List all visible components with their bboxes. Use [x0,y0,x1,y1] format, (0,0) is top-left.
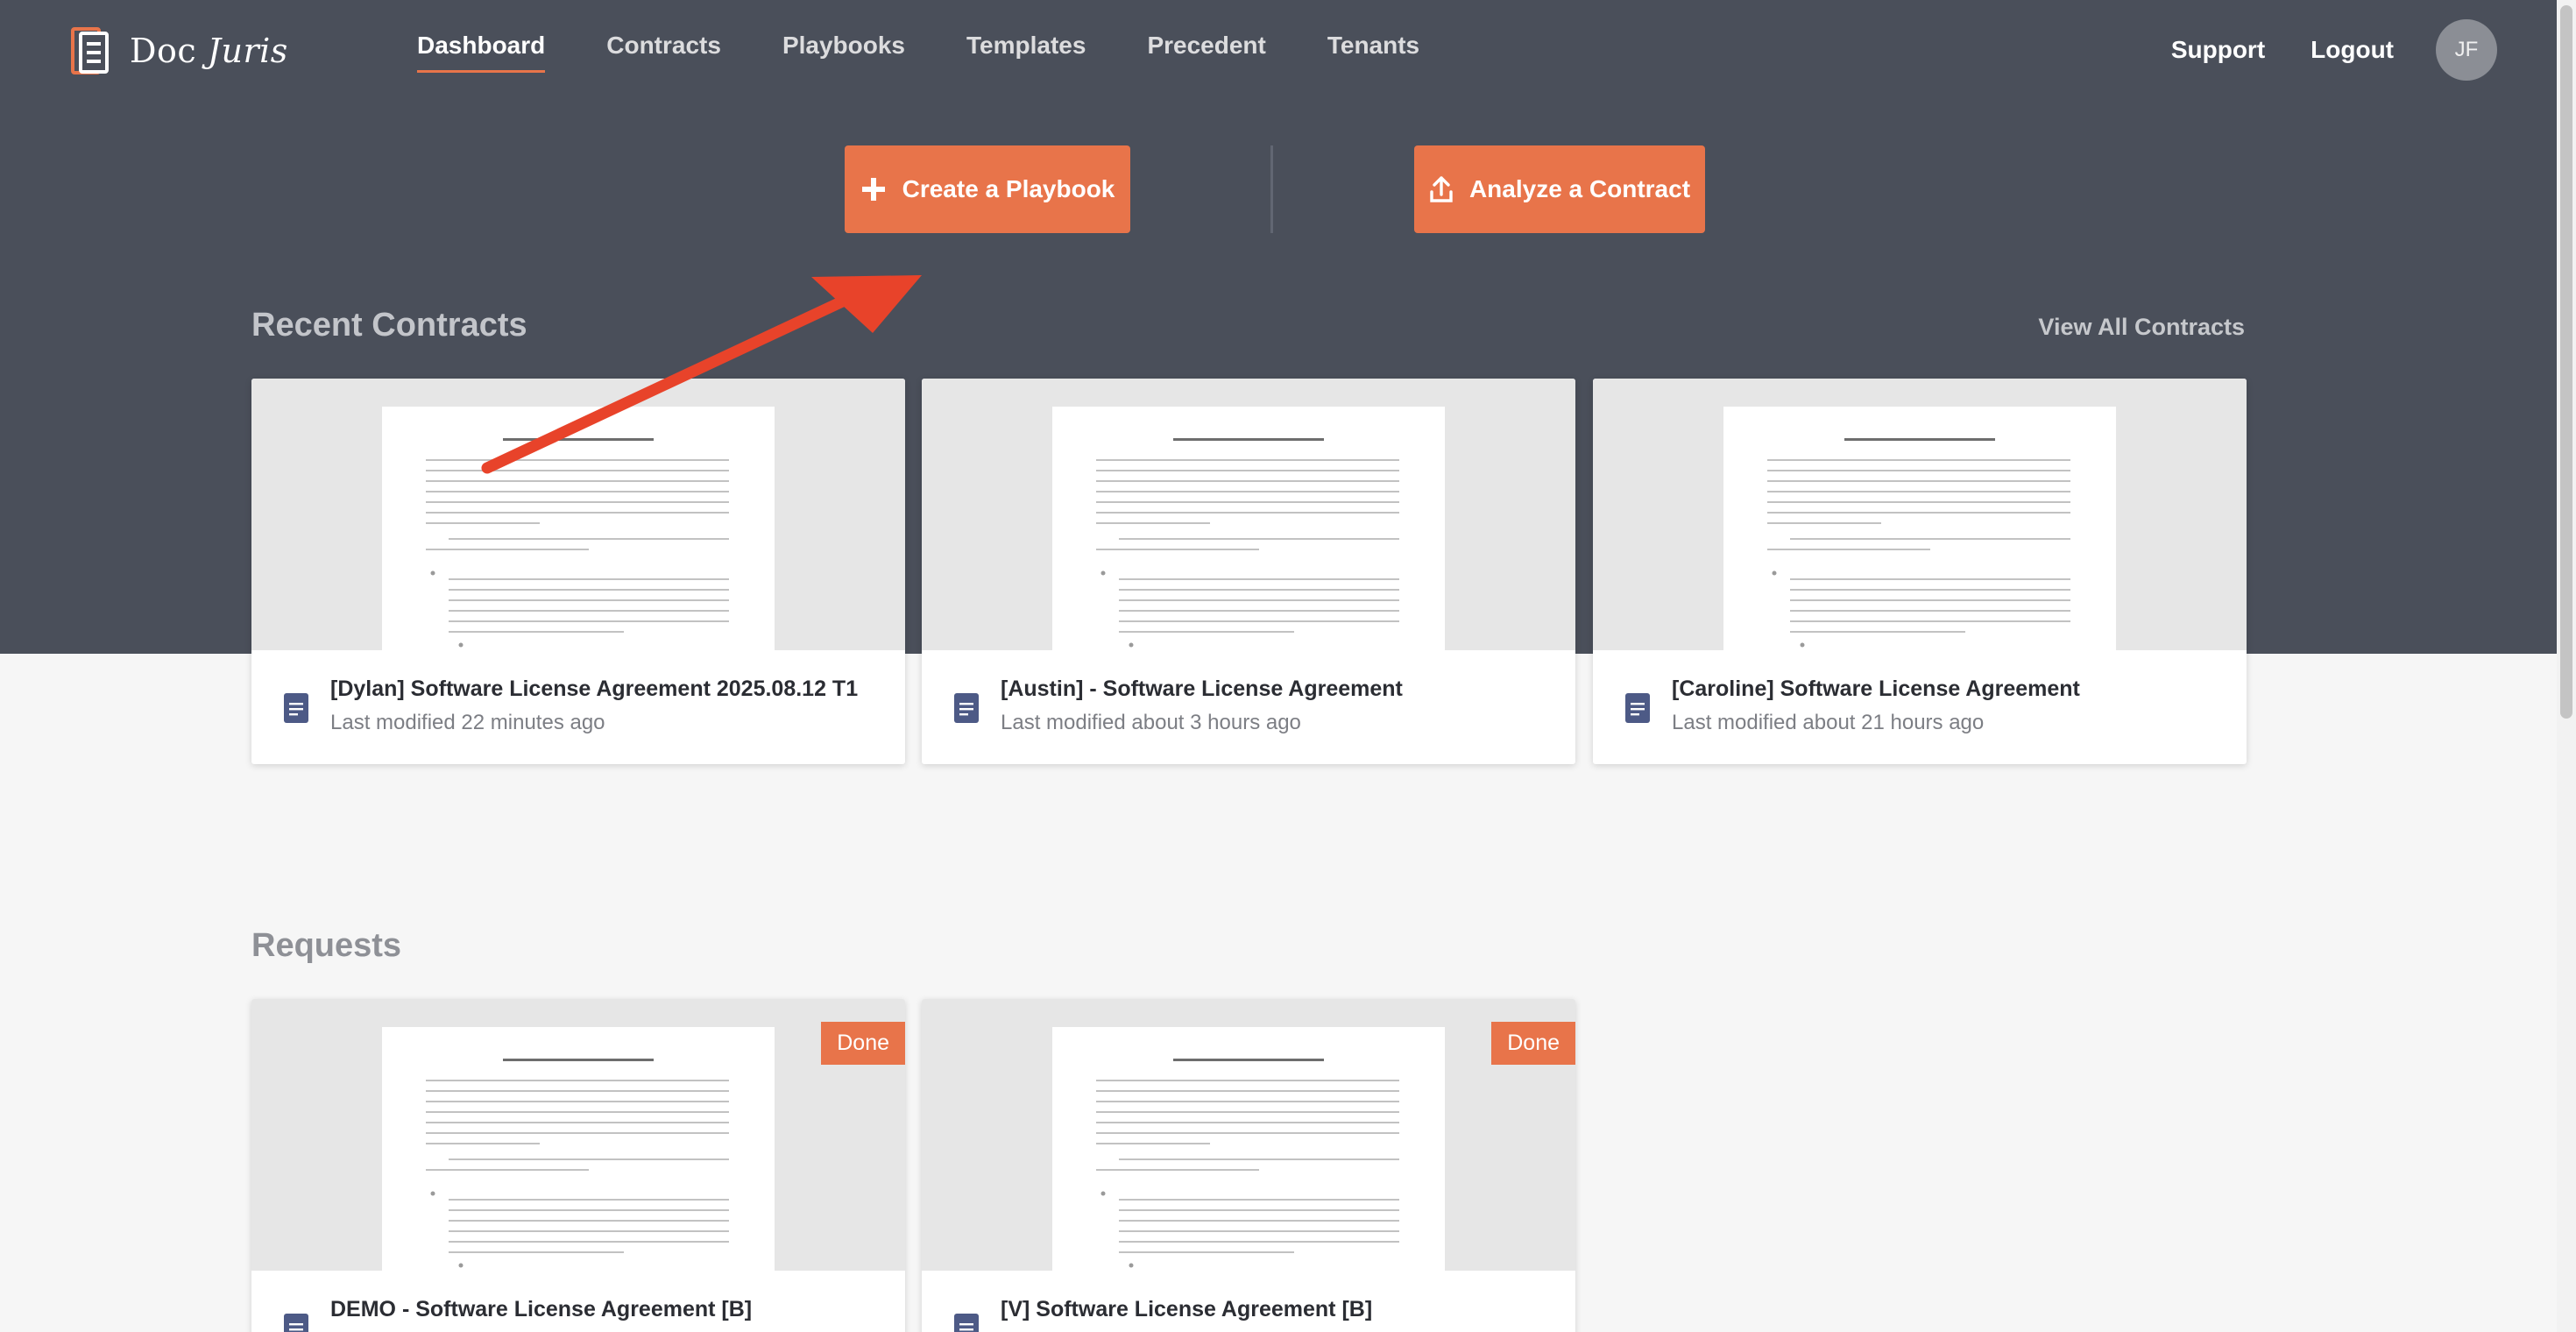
request-card[interactable]: Done [V] Software License Agreement [B] [922,999,1575,1332]
avatar[interactable]: JF [2436,19,2497,81]
request-preview: Done [251,999,905,1271]
contract-modified: Last modified about 3 hours ago [1001,711,1301,734]
contract-title: [Austin] - Software License Agreement [1001,677,1403,701]
analyze-contract-button[interactable]: Analyze a Contract [1414,145,1705,233]
plus-icon [860,176,887,202]
status-badge: Done [1491,1022,1575,1065]
document-thumbnail [1052,1027,1445,1271]
contract-preview [922,379,1575,650]
nav-contracts[interactable]: Contracts [606,32,721,73]
document-thumbnail [1052,407,1445,650]
document-icon [283,692,309,728]
logout-link[interactable]: Logout [2311,36,2394,64]
scrollbar-thumb[interactable] [2560,5,2572,719]
create-playbook-button[interactable]: Create a Playbook [845,145,1130,233]
request-preview: Done [922,999,1575,1271]
nav-dashboard[interactable]: Dashboard [417,32,546,73]
docjuris-logo-icon [70,26,110,75]
contract-modified: Last modified about 21 hours ago [1672,711,1985,734]
contract-card[interactable]: [Caroline] Software License Agreement La… [1593,379,2247,764]
request-title: DEMO - Software License Agreement [B] [330,1297,753,1321]
user-nav: Support Logout JF [2126,19,2497,81]
page-scrollbar[interactable] [2557,0,2576,1332]
nav-templates[interactable]: Templates [966,32,1086,73]
contract-card[interactable]: [Dylan] Software License Agreement 2025.… [251,379,905,764]
nav-playbooks[interactable]: Playbooks [782,32,905,73]
logo[interactable]: Doc Juris [70,26,288,75]
recent-contracts-title: Recent Contracts [251,307,527,344]
contract-preview [1593,379,2247,650]
document-icon [953,1313,980,1332]
document-icon [953,692,980,728]
action-divider [1270,145,1273,233]
contract-title: [Dylan] Software License Agreement 2025.… [330,677,859,701]
logo-text: Doc Juris [130,32,288,70]
create-playbook-label: Create a Playbook [902,175,1115,202]
document-thumbnail [382,407,775,650]
support-link[interactable]: Support [2171,36,2265,64]
request-title: [V] Software License Agreement [B] [1001,1297,1373,1321]
view-all-contracts-link[interactable]: View All Contracts [2038,314,2245,341]
contract-modified: Last modified 22 minutes ago [330,711,605,734]
requests-title: Requests [251,927,402,964]
request-card[interactable]: Done DEMO - Software License Agreement [… [251,999,905,1332]
nav-tenants[interactable]: Tenants [1327,32,1419,73]
upload-icon [1429,175,1454,203]
document-thumbnail [1723,407,2116,650]
document-icon [1624,692,1651,728]
contract-card[interactable]: [Austin] - Software License Agreement La… [922,379,1575,764]
document-thumbnail [382,1027,775,1271]
analyze-contract-label: Analyze a Contract [1468,175,1691,202]
contract-title: [Caroline] Software License Agreement [1672,677,2080,701]
status-badge: Done [821,1022,905,1065]
contract-preview [251,379,905,650]
nav-precedent[interactable]: Precedent [1147,32,1265,73]
main-nav: Dashboard Contracts Playbooks Templates … [417,32,1481,73]
document-icon [283,1313,309,1332]
